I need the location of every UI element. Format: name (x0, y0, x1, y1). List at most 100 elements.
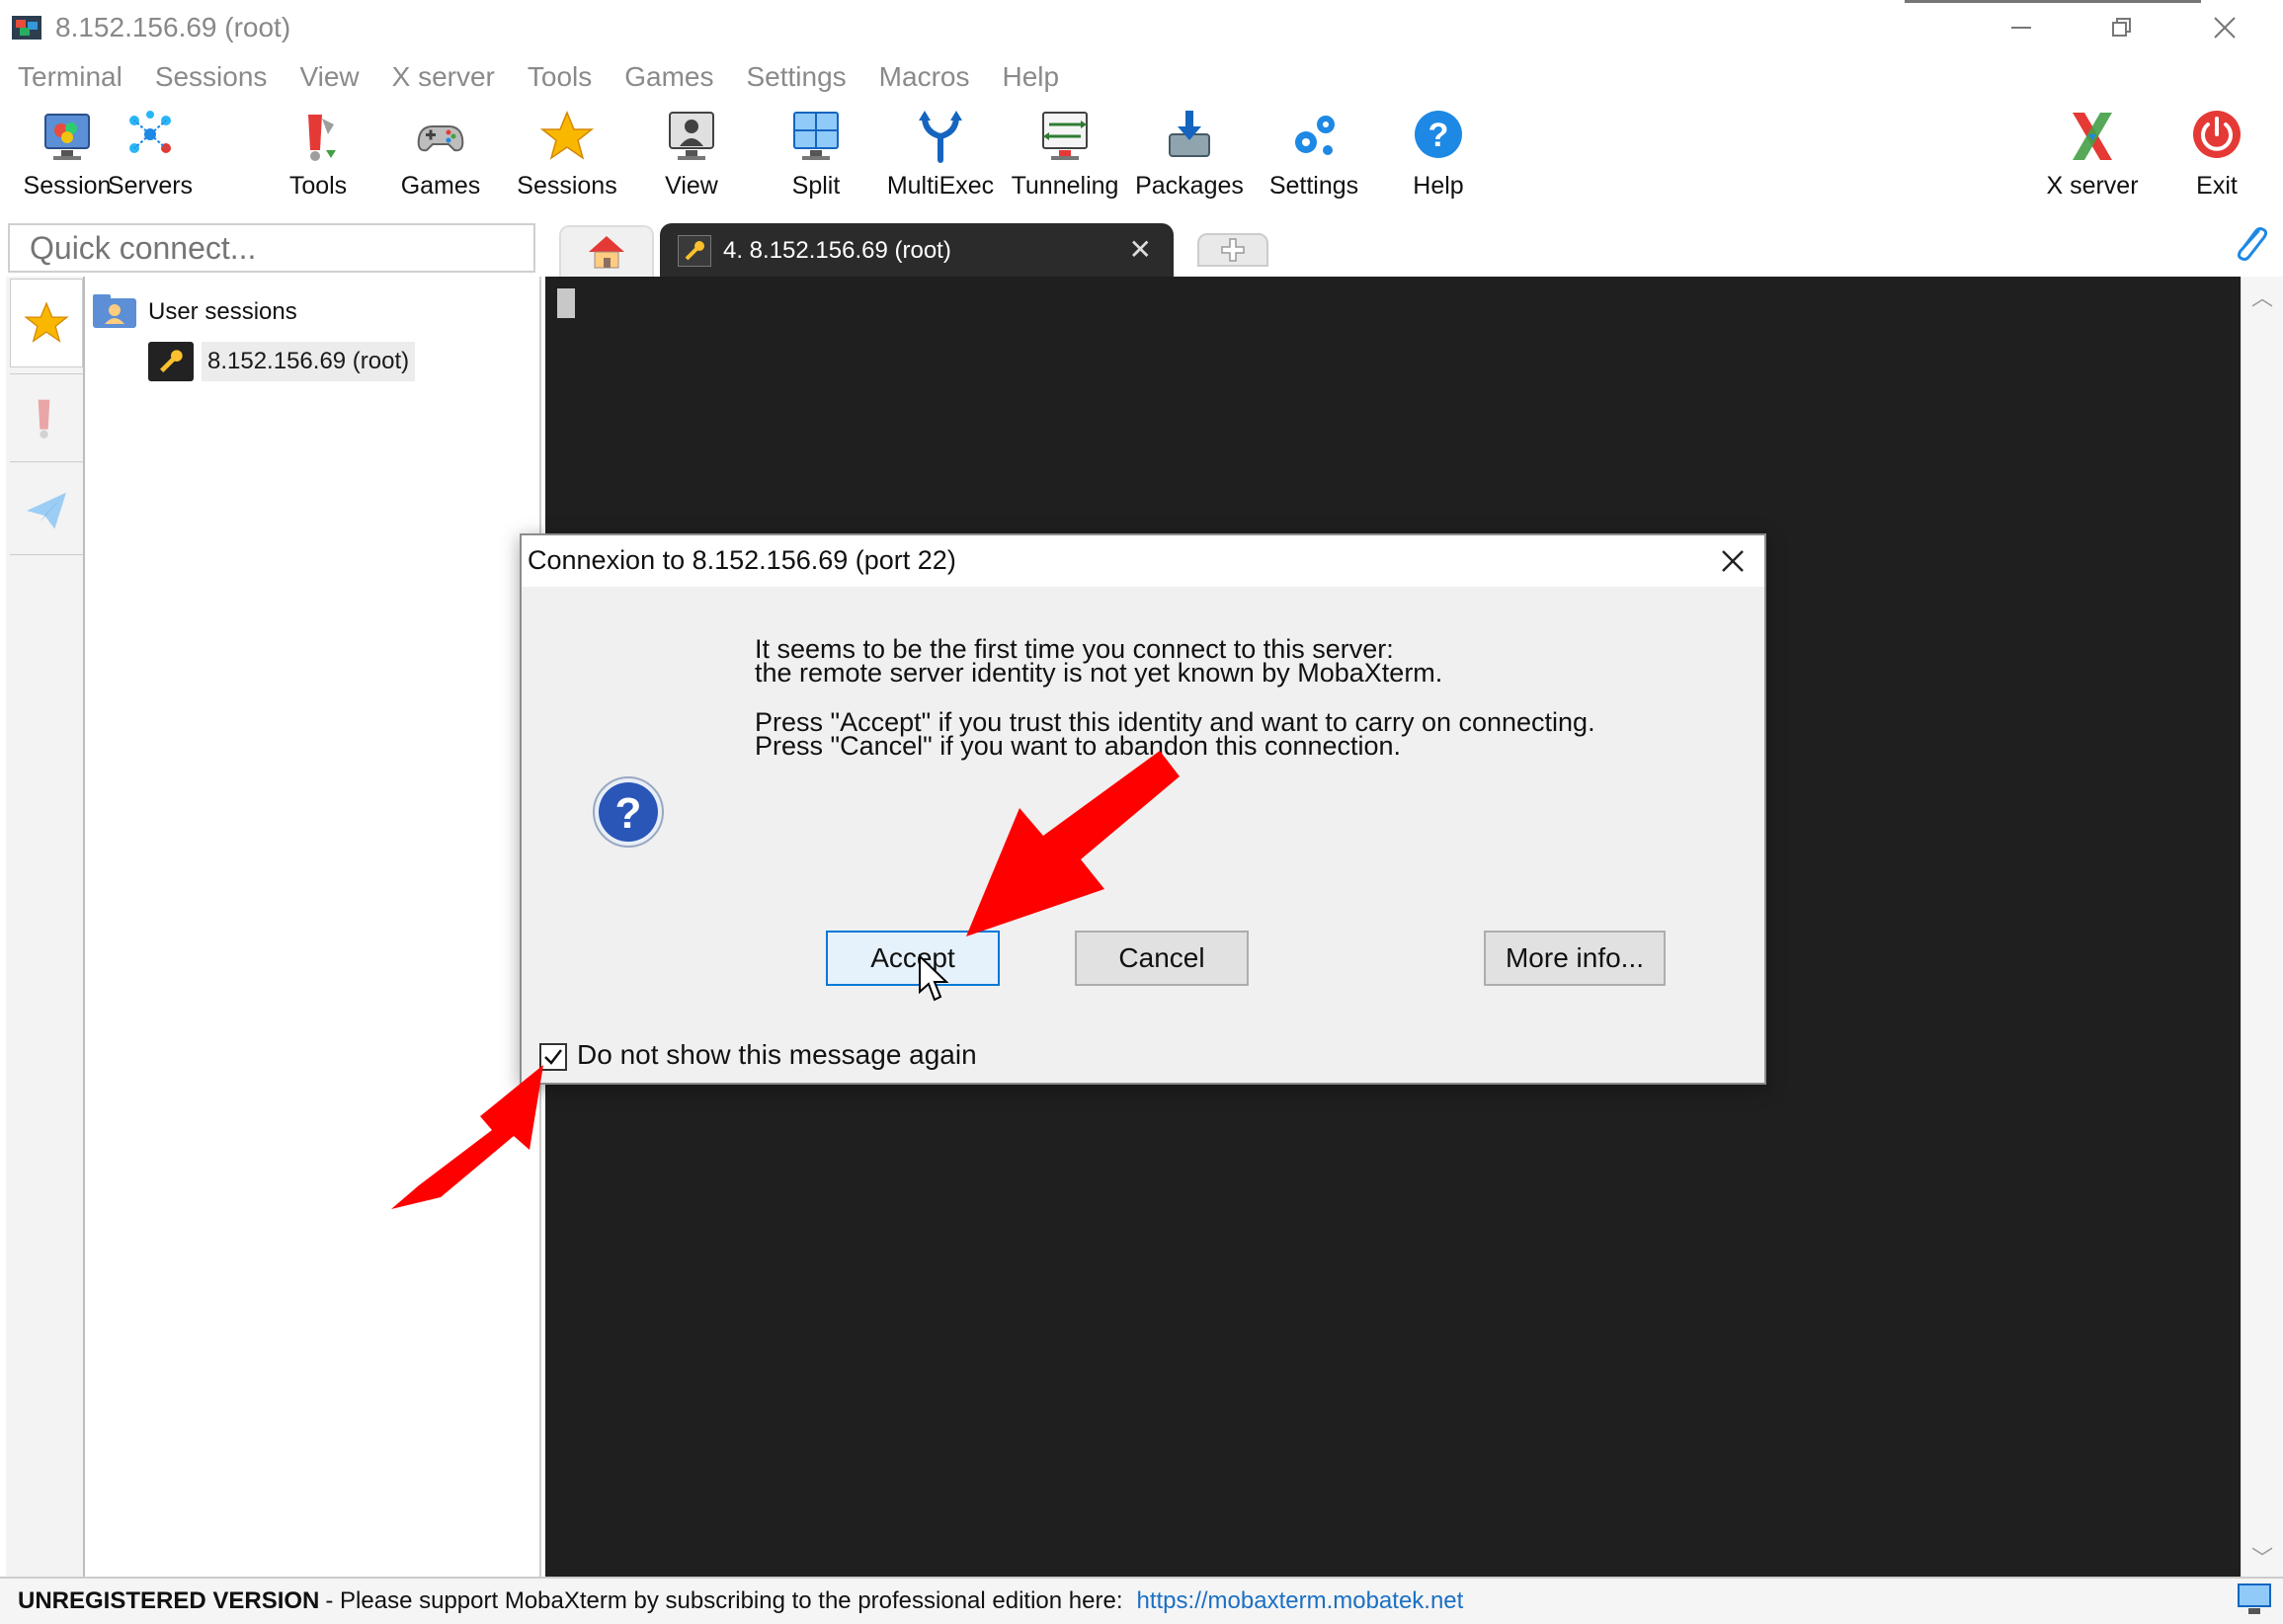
tab-close-icon[interactable]: ✕ (1129, 233, 1152, 266)
paperclip-icon[interactable] (2229, 223, 2272, 267)
menu-settings[interactable]: Settings (747, 61, 847, 93)
toolbar: Session Servers Tools Games Sessions Vie… (0, 99, 2283, 217)
question-icon: ? (593, 776, 664, 848)
status-bar: UNREGISTERED VERSION - Please support Mo… (0, 1577, 2283, 1624)
home-icon (589, 236, 624, 269)
toolbar-tools-button[interactable]: Tools (259, 105, 377, 211)
menu-bar: Terminal Sessions View X server Tools Ga… (0, 55, 2283, 99)
session-icon (44, 114, 90, 160)
svg-text:?: ? (1428, 117, 1449, 154)
toolbar-servers-label: Servers (107, 172, 194, 200)
toolbar-packages-label: Packages (1135, 172, 1244, 200)
toolbar-x-server-label: X server (2046, 172, 2139, 200)
plus-icon (1221, 238, 1245, 262)
key-icon (148, 342, 194, 381)
side-tab-strip (6, 277, 85, 1577)
toolbar-games-label: Games (400, 172, 481, 200)
session-tree-item-label: 8.152.156.69 (root) (202, 342, 416, 381)
toolbar-exit-label: Exit (2196, 172, 2238, 200)
cancel-button[interactable]: Cancel (1075, 931, 1249, 986)
close-window-button[interactable] (2195, 8, 2254, 47)
tunneling-icon (1042, 112, 1088, 160)
menu-help[interactable]: Help (1002, 61, 1059, 93)
menu-macros[interactable]: Macros (879, 61, 970, 93)
accept-button[interactable]: Accept (826, 931, 1000, 986)
dialog-message-line-4: Press "Cancel" if you want to abandon th… (755, 731, 1402, 761)
menu-sessions[interactable]: Sessions (155, 61, 268, 93)
dialog-title: Connexion to 8.152.156.69 (port 22) (528, 545, 956, 575)
toolbar-multiexec-label: MultiExec (886, 172, 995, 200)
toolbar-split-button[interactable]: Split (757, 105, 875, 211)
unregistered-label: UNREGISTERED VERSION (18, 1587, 320, 1614)
more-info-button[interactable]: More info... (1484, 931, 1666, 986)
monitor-icon (2238, 1583, 2271, 1614)
toolbar-packages-button[interactable]: Packages (1130, 105, 1249, 211)
toolbar-games-button[interactable]: Games (381, 105, 500, 211)
menu-terminal[interactable]: Terminal (18, 61, 122, 93)
gamepad-icon (417, 125, 464, 152)
side-tab-tools[interactable] (10, 373, 83, 462)
toolbar-help-button[interactable]: ? Help (1379, 105, 1498, 211)
x-server-icon (2073, 113, 2112, 160)
home-tab[interactable] (559, 225, 654, 277)
toolbar-view-button[interactable]: View (632, 105, 751, 211)
quick-connect-input[interactable] (10, 225, 533, 271)
window-title: 8.152.156.69 (root) (55, 12, 291, 42)
toolbar-settings-button[interactable]: Settings (1255, 105, 1373, 211)
packages-icon (1169, 111, 1210, 157)
close-icon (2214, 17, 2236, 39)
toolbar-exit-button[interactable]: Exit (2158, 105, 2276, 211)
app-icon (12, 16, 41, 40)
scroll-up-icon[interactable]: ︿ (2251, 281, 2273, 312)
restore-icon (2112, 18, 2131, 37)
toolbar-servers-button[interactable]: Servers (91, 105, 209, 211)
toolbar-sessions-button[interactable]: Sessions (508, 105, 626, 211)
menu-x-server[interactable]: X server (392, 61, 495, 93)
mouse-pointer-icon (919, 954, 949, 1002)
toolbar-tunneling-button[interactable]: Tunneling (1006, 105, 1124, 211)
title-bar (0, 0, 2283, 55)
minimize-button[interactable] (1992, 8, 2051, 47)
view-icon (669, 112, 714, 160)
toolbar-split-label: Split (791, 172, 841, 200)
toolbar-settings-label: Settings (1268, 172, 1359, 200)
new-tab-button[interactable] (1197, 233, 1268, 267)
scroll-down-icon[interactable]: ﹀ (2251, 1541, 2273, 1573)
dialog-close-button[interactable] (1713, 541, 1753, 581)
toolbar-view-label: View (665, 172, 718, 200)
toolbar-sessions-label: Sessions (517, 172, 617, 200)
session-tree-item[interactable]: 8.152.156.69 (root) (148, 340, 431, 383)
mobaxterm-link[interactable]: https://mobaxterm.mobatek.net (1137, 1587, 1464, 1615)
dont-show-again-checkbox[interactable] (539, 1043, 567, 1071)
status-message: - Please support MobaXterm by subscribin… (325, 1587, 1123, 1614)
restore-button[interactable] (2092, 8, 2152, 47)
paper-plane-icon (27, 492, 66, 528)
key-icon (678, 235, 711, 267)
svg-text:?: ? (615, 789, 642, 838)
split-icon (793, 112, 839, 160)
side-tab-sessions[interactable] (10, 279, 83, 367)
tools-icon (38, 399, 50, 439)
menu-tools[interactable]: Tools (528, 61, 592, 93)
fork-icon (919, 111, 962, 163)
power-icon (2193, 111, 2241, 158)
title-decor-line (1905, 0, 2201, 3)
close-icon (1722, 550, 1744, 572)
terminal-cursor (557, 288, 575, 318)
toolbar-x-server-button[interactable]: X server (2033, 105, 2152, 211)
user-sessions-folder-icon (93, 294, 136, 328)
menu-games[interactable]: Games (624, 61, 713, 93)
gears-icon (1295, 116, 1335, 155)
tools-icon (308, 115, 336, 161)
terminal-scrollbar[interactable]: ︿ ﹀ (2241, 277, 2283, 1577)
menu-view[interactable]: View (299, 61, 359, 93)
toolbar-tools-label: Tools (288, 172, 348, 200)
side-tab-macros[interactable] (10, 466, 83, 555)
user-sessions-label[interactable]: User sessions (148, 298, 297, 326)
star-icon (24, 301, 69, 343)
dont-show-again-label[interactable]: Do not show this message again (577, 1039, 977, 1071)
toolbar-tunneling-label: Tunneling (1011, 172, 1119, 200)
toolbar-multiexec-button[interactable]: MultiExec (881, 105, 1000, 211)
help-icon: ? (1415, 111, 1462, 158)
session-tab-active[interactable]: 4. 8.152.156.69 (root) ✕ (660, 223, 1174, 279)
